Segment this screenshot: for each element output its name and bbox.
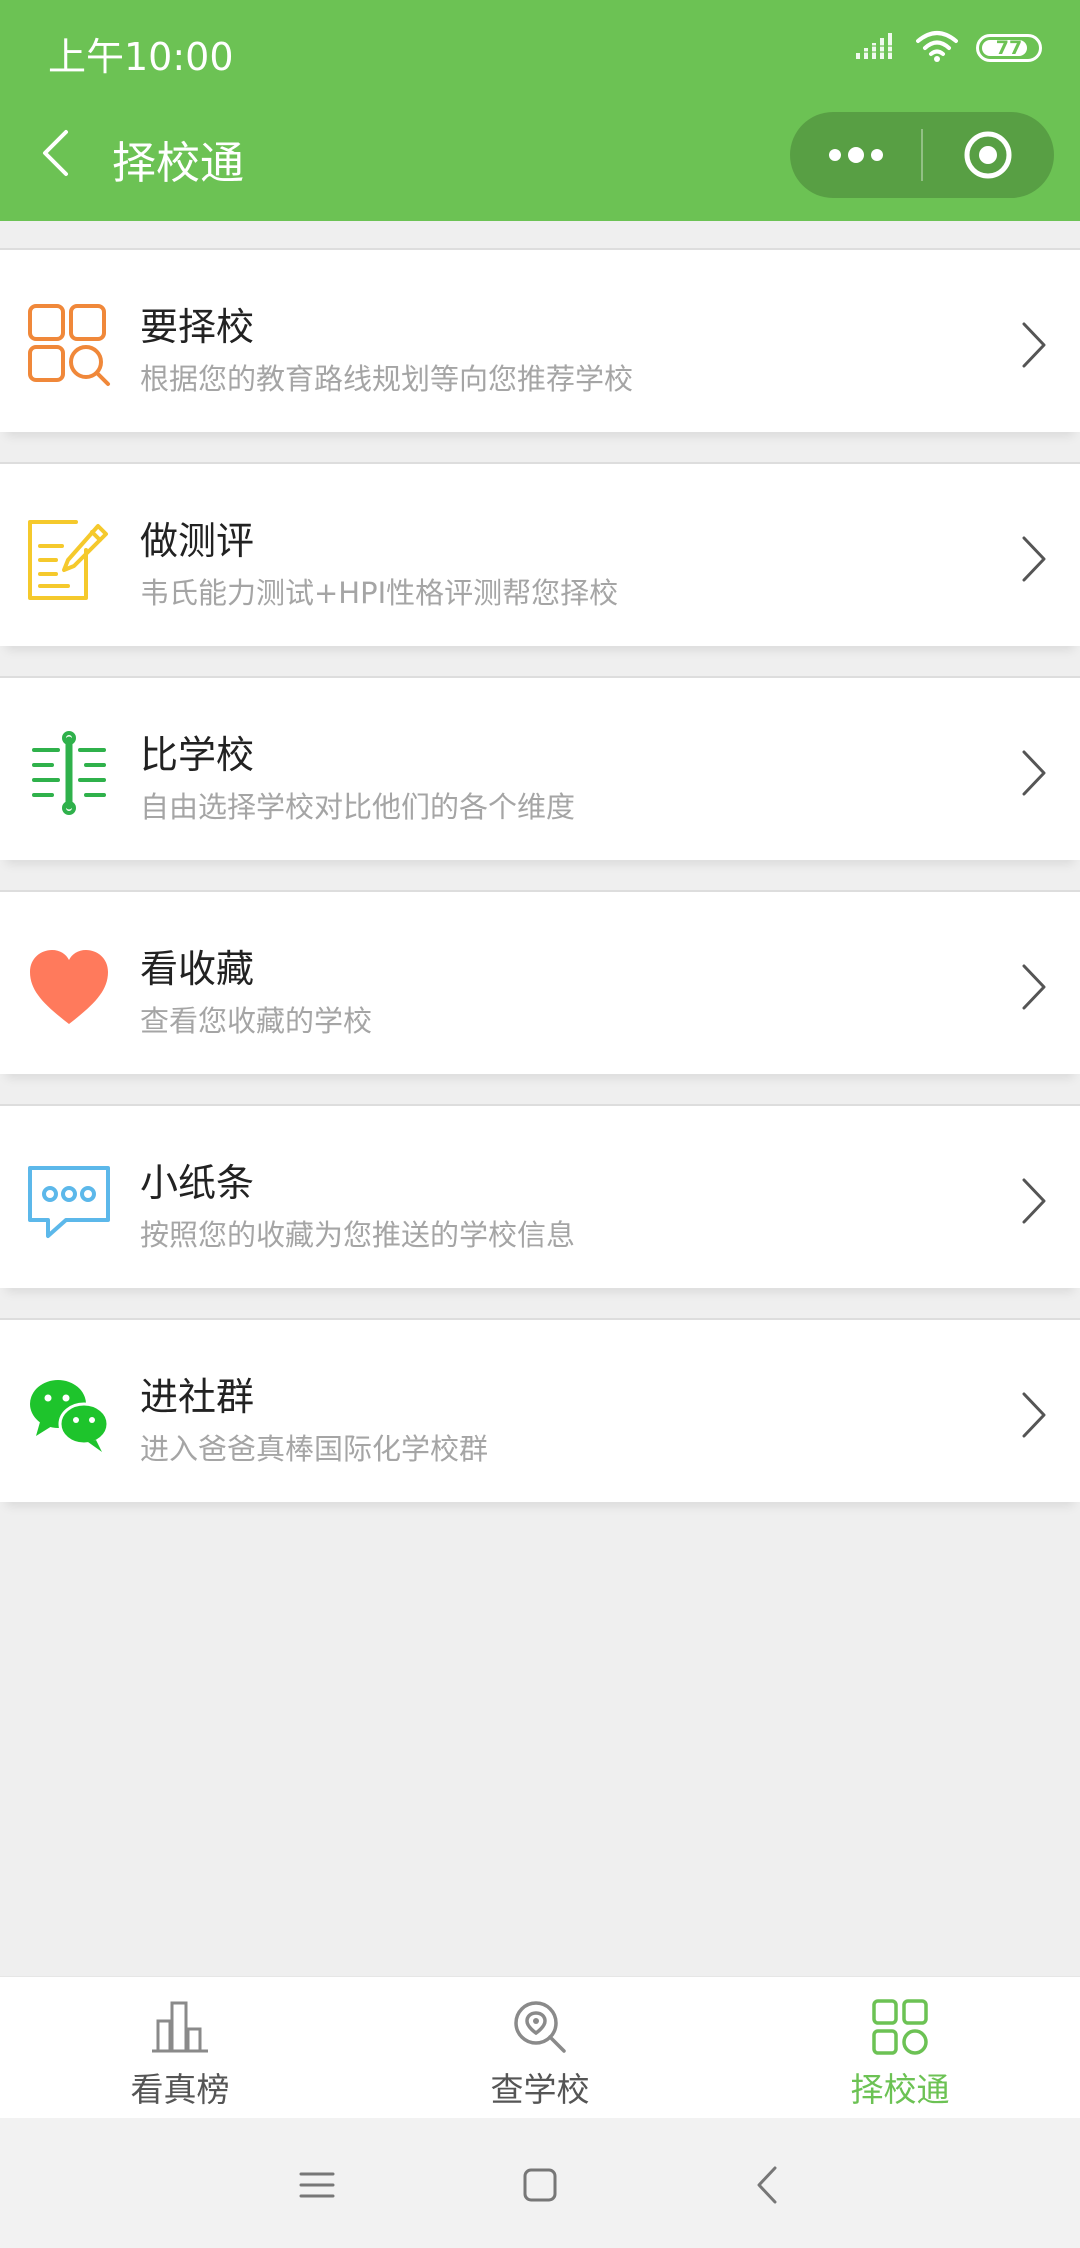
message-icon (26, 1158, 112, 1244)
back-button[interactable] (30, 118, 80, 188)
menu-item-subtitle: 韦氏能力测试+HPI性格评测帮您择校 (140, 576, 619, 610)
tab-label: 看真榜 (130, 2070, 230, 2109)
more-button[interactable] (790, 112, 921, 198)
heart-icon (26, 944, 112, 1030)
system-nav-bar (0, 2118, 1080, 2248)
tab-search-school[interactable]: 查学校 (360, 1977, 720, 2119)
menu-item-community[interactable]: 进社群 进入爸爸真棒国际化学校群 (0, 1318, 1080, 1502)
tab-label: 查学校 (490, 2070, 590, 2109)
chevron-right-icon (1014, 532, 1054, 586)
chevron-right-icon (1014, 1174, 1054, 1228)
tab-ranking[interactable]: 看真榜 (0, 1977, 360, 2119)
menu-item-favorites[interactable]: 看收藏 查看您收藏的学校 (0, 890, 1080, 1074)
target-icon (964, 131, 1012, 179)
close-mini-program-button[interactable] (923, 112, 1054, 198)
home-button[interactable] (505, 2150, 575, 2220)
tab-bar: 看真榜 查学校 择校通 (0, 1976, 1080, 2119)
status-time: 上午10:00 (48, 35, 234, 79)
more-dots-icon (828, 147, 883, 163)
battery-level: 77 (995, 37, 1023, 59)
chevron-right-icon (1014, 318, 1054, 372)
menu-item-title: 要择校 (140, 305, 255, 349)
menu-item-subtitle: 根据您的教育路线规划等向您推荐学校 (140, 362, 634, 396)
menu-item-subtitle: 查看您收藏的学校 (140, 1004, 373, 1038)
menu-item-title: 小纸条 (140, 1161, 255, 1205)
wechat-icon (26, 1372, 112, 1458)
menu-item-compare-schools[interactable]: 比学校 自由选择学校对比他们的各个维度 (0, 676, 1080, 860)
tab-choose-school[interactable]: 择校通 (720, 1977, 1080, 2119)
menu-item-choose-school[interactable]: 要择校 根据您的教育路线规划等向您推荐学校 (0, 248, 1080, 432)
grid-search-icon (26, 302, 112, 388)
apps-icon (870, 1997, 930, 2057)
compare-icon (26, 730, 112, 816)
recent-apps-button[interactable] (282, 2150, 352, 2220)
menu-item-title: 看收藏 (140, 947, 255, 991)
menu-item-title: 做测评 (140, 519, 255, 563)
system-back-button[interactable] (732, 2150, 802, 2220)
menu-list: 要择校 根据您的教育路线规划等向您推荐学校 做测评 韦氏能力测试+HPI性格评测… (0, 248, 1080, 1532)
signal-icon (854, 31, 898, 65)
menu-item-notes[interactable]: 小纸条 按照您的收藏为您推送的学校信息 (0, 1104, 1080, 1288)
chevron-right-icon (1014, 1388, 1054, 1442)
battery-icon: 77 (976, 34, 1042, 62)
status-icons: 77 (854, 28, 1042, 68)
search-school-icon (510, 1997, 570, 2057)
menu-icon (299, 2172, 335, 2198)
document-pen-icon (26, 516, 112, 602)
page-title: 择校通 (112, 138, 244, 189)
tab-label: 择校通 (850, 2070, 950, 2109)
square-icon (523, 2168, 557, 2202)
menu-item-assessment[interactable]: 做测评 韦氏能力测试+HPI性格评测帮您择校 (0, 462, 1080, 646)
chevron-right-icon (1014, 960, 1054, 1014)
menu-item-subtitle: 自由选择学校对比他们的各个维度 (140, 790, 576, 824)
chevron-left-icon (757, 2166, 777, 2204)
ranking-icon (150, 1997, 210, 2057)
mini-program-capsule (790, 112, 1054, 198)
app-header: 上午10:00 77 择校通 (0, 0, 1080, 221)
menu-item-subtitle: 进入爸爸真棒国际化学校群 (140, 1432, 489, 1466)
wifi-icon (916, 30, 958, 66)
chevron-left-icon (43, 130, 68, 176)
menu-item-title: 进社群 (140, 1375, 255, 1419)
chevron-right-icon (1014, 746, 1054, 800)
menu-item-title: 比学校 (140, 733, 255, 777)
menu-item-subtitle: 按照您的收藏为您推送的学校信息 (140, 1218, 576, 1252)
